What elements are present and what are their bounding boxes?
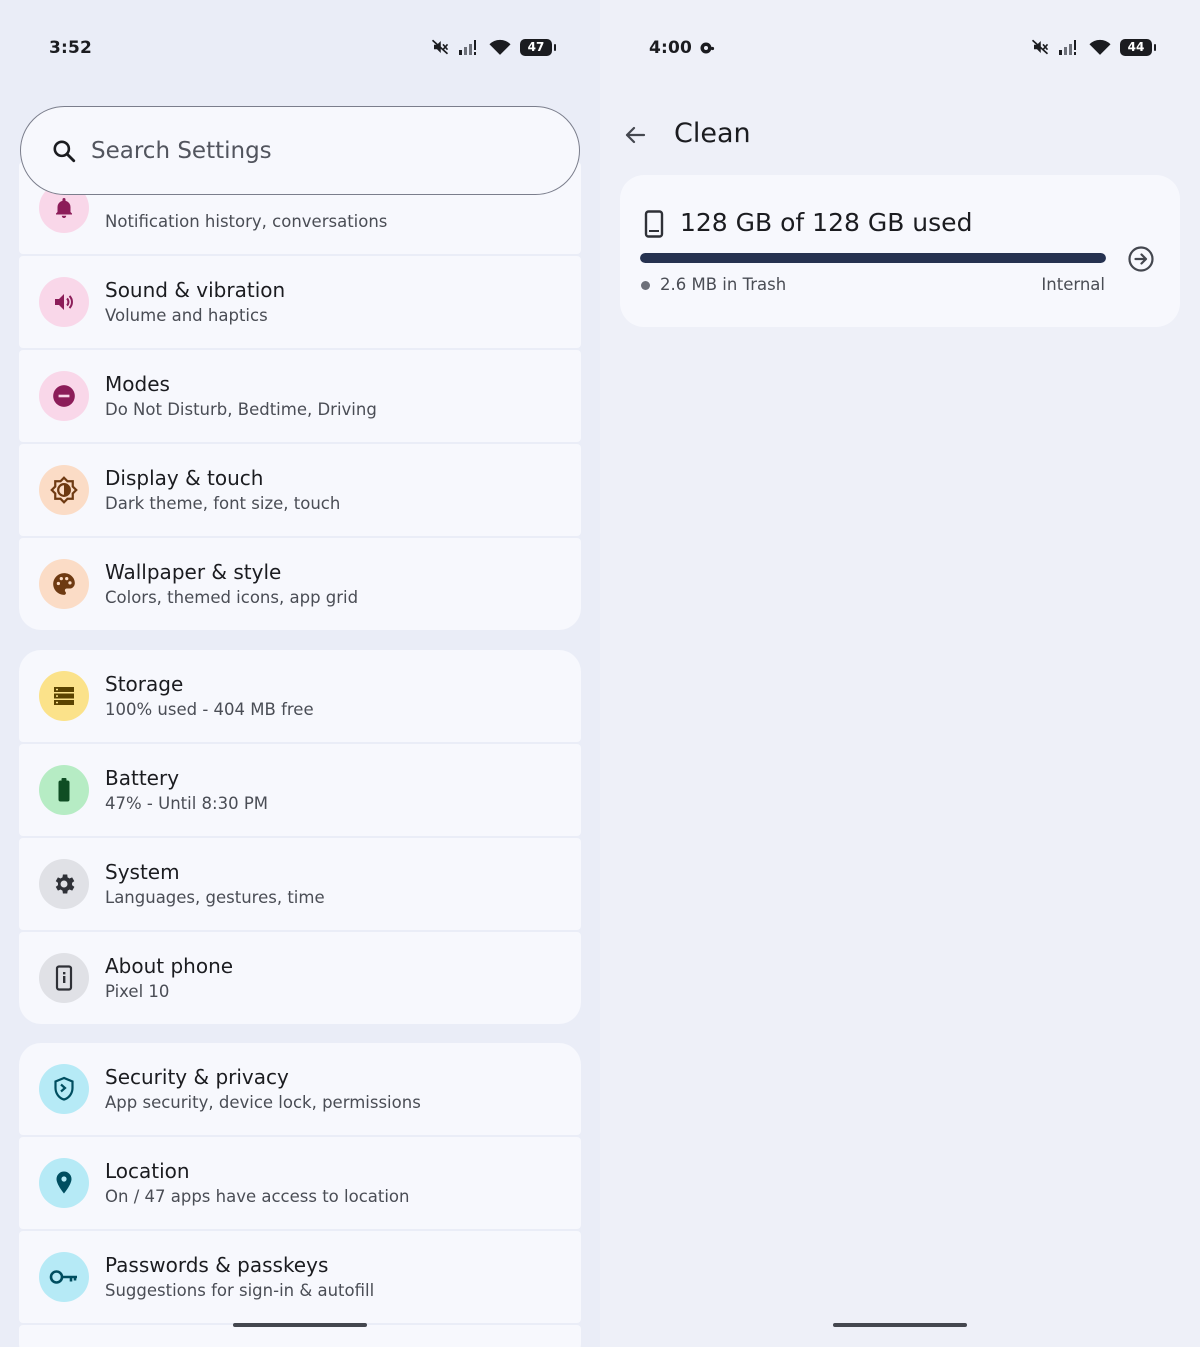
cellular-signal-icon xyxy=(459,40,476,55)
settings-item-wallpaper-style[interactable]: Wallpaper & style Colors, themed icons, … xyxy=(19,538,581,630)
arrow-circle-right-icon[interactable] xyxy=(1127,245,1155,273)
settings-item-display-touch[interactable]: Display & touch Dark theme, font size, t… xyxy=(19,444,581,536)
settings-item-title: Storage xyxy=(105,672,184,696)
settings-item-sound-vibration[interactable]: Sound & vibration Volume and haptics xyxy=(19,256,581,348)
battery-indicator: 44 xyxy=(1120,38,1156,56)
storage-usage-bar xyxy=(640,253,1106,263)
storage-clean-screen: 4:00 44 Clean 128 GB of 128 GB used 2.6 … xyxy=(600,0,1200,1347)
storage-summary-card[interactable]: 128 GB of 128 GB used 2.6 MB in Trash In… xyxy=(620,175,1180,327)
settings-group-device: Storage 100% used - 404 MB free Battery … xyxy=(19,650,581,1024)
settings-item-security-privacy[interactable]: Security & privacy App security, device … xyxy=(19,1043,581,1135)
settings-item-title: Location xyxy=(105,1159,190,1183)
status-time: 3:52 xyxy=(49,38,93,58)
settings-item-subtitle: App security, device lock, permissions xyxy=(105,1093,421,1112)
settings-screen: 3:52 47 Notification history, conversati… xyxy=(0,0,600,1347)
speaker-icon xyxy=(39,277,89,327)
settings-item-system[interactable]: System Languages, gestures, time xyxy=(19,838,581,930)
battery-icon xyxy=(39,765,89,815)
status-bar: 4:00 44 xyxy=(600,36,1200,62)
settings-item-title: Sound & vibration xyxy=(105,278,286,302)
wifi-icon xyxy=(1089,39,1111,55)
settings-item-title: About phone xyxy=(105,954,234,978)
settings-item-partial[interactable] xyxy=(19,1325,581,1347)
battery-indicator: 47 xyxy=(520,38,556,56)
wifi-icon xyxy=(489,39,511,55)
gesture-nav-handle[interactable] xyxy=(833,1323,967,1327)
page-title: Clean xyxy=(674,118,751,149)
settings-item-title: Security & privacy xyxy=(105,1065,289,1089)
settings-item-storage[interactable]: Storage 100% used - 404 MB free xyxy=(19,650,581,742)
phone-icon xyxy=(644,210,664,238)
search-icon xyxy=(53,139,76,162)
mute-icon xyxy=(1031,39,1049,55)
notification-dot-icon xyxy=(700,42,715,54)
settings-item-subtitle: Volume and haptics xyxy=(105,306,268,325)
do-not-disturb-icon xyxy=(39,371,89,421)
gesture-nav-handle[interactable] xyxy=(233,1323,367,1327)
settings-item-subtitle: Suggestions for sign-in & autofill xyxy=(105,1281,375,1300)
settings-item-subtitle: 100% used - 404 MB free xyxy=(105,700,314,719)
status-icons: 44 xyxy=(1031,38,1156,56)
mute-icon xyxy=(431,39,449,55)
phone-info-icon xyxy=(39,953,89,1003)
settings-item-about-phone[interactable]: About phone Pixel 10 xyxy=(19,932,581,1024)
settings-item-battery[interactable]: Battery 47% - Until 8:30 PM xyxy=(19,744,581,836)
storage-usage-fill xyxy=(640,253,1106,263)
trash-legend-dot xyxy=(641,281,650,290)
arrow-back-icon xyxy=(625,126,646,144)
settings-group-security: Security & privacy App security, device … xyxy=(19,1043,581,1347)
settings-item-subtitle: Notification history, conversations xyxy=(105,212,388,231)
settings-item-title: Passwords & passkeys xyxy=(105,1253,329,1277)
settings-item-passwords-passkeys[interactable]: Passwords & passkeys Suggestions for sig… xyxy=(19,1231,581,1323)
settings-item-modes[interactable]: Modes Do Not Disturb, Bedtime, Driving xyxy=(19,350,581,442)
status-icons: 47 xyxy=(431,38,556,56)
back-button[interactable] xyxy=(618,118,652,152)
settings-item-subtitle: Languages, gestures, time xyxy=(105,888,325,907)
storage-icon xyxy=(39,671,89,721)
settings-item-title: Display & touch xyxy=(105,466,264,490)
settings-item-title: Modes xyxy=(105,372,170,396)
status-bar: 3:52 47 xyxy=(0,36,600,62)
palette-icon xyxy=(39,559,89,609)
settings-item-subtitle: Pixel 10 xyxy=(105,982,170,1001)
settings-group-personalization: Notification history, conversations Soun… xyxy=(19,162,581,630)
settings-item-subtitle: Dark theme, font size, touch xyxy=(105,494,341,513)
cellular-signal-icon xyxy=(1059,40,1076,55)
settings-item-subtitle: On / 47 apps have access to location xyxy=(105,1187,410,1206)
shield-icon xyxy=(39,1064,89,1114)
search-input[interactable] xyxy=(91,137,511,164)
settings-item-subtitle: Colors, themed icons, app grid xyxy=(105,588,359,607)
settings-item-subtitle: 47% - Until 8:30 PM xyxy=(105,794,269,813)
gear-icon xyxy=(39,859,89,909)
key-icon xyxy=(39,1252,89,1302)
location-pin-icon xyxy=(39,1158,89,1208)
settings-item-subtitle: Do Not Disturb, Bedtime, Driving xyxy=(105,400,377,419)
volume-label: Internal xyxy=(1041,275,1105,294)
status-time: 4:00 xyxy=(649,38,693,58)
settings-item-title: Wallpaper & style xyxy=(105,560,282,584)
storage-used-text: 128 GB of 128 GB used xyxy=(680,208,973,237)
trash-size-text: 2.6 MB in Trash xyxy=(660,275,787,294)
settings-item-title: Battery xyxy=(105,766,180,790)
settings-item-location[interactable]: Location On / 47 apps have access to loc… xyxy=(19,1137,581,1229)
search-bar[interactable] xyxy=(20,106,580,195)
brightness-icon xyxy=(39,465,89,515)
settings-item-title: System xyxy=(105,860,180,884)
